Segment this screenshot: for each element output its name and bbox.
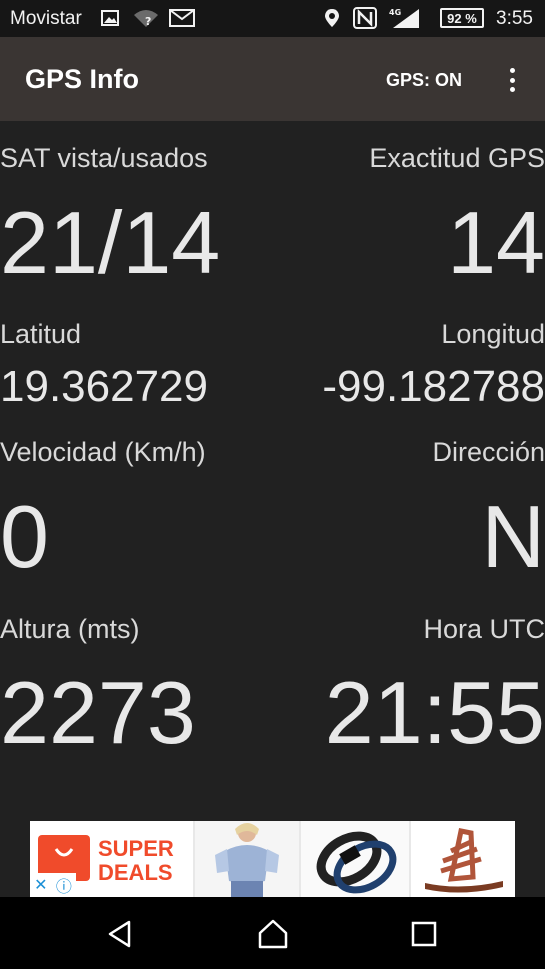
image-notification-icon <box>100 8 120 28</box>
altitude-value: 2273 <box>0 663 196 762</box>
svg-text:?: ? <box>145 15 151 28</box>
close-icon[interactable]: ✕ <box>34 875 47 894</box>
recent-apps-icon[interactable] <box>404 917 444 951</box>
clock: 3:55 <box>496 8 533 29</box>
ad-product-band-image[interactable] <box>301 821 411 897</box>
ad-product-sandal-image[interactable] <box>411 821 515 897</box>
latitude-value: 19.362729 <box>0 362 208 411</box>
system-navigation-bar <box>0 897 545 969</box>
direction-value: N <box>481 487 545 586</box>
longitude-label: Longitud <box>441 319 545 349</box>
utc-time-label: Hora UTC <box>423 614 545 644</box>
gps-metrics-panel: SAT vista/usados Exactitud GPS 21/14 14 … <box>0 121 545 821</box>
wifi-icon: ? <box>132 8 160 28</box>
accuracy-label: Exactitud GPS <box>369 143 545 173</box>
speed-label: Velocidad (Km/h) <box>0 437 206 467</box>
battery-indicator: 92 % <box>440 8 484 28</box>
satellites-value: 21/14 <box>0 193 221 292</box>
ad-banner[interactable]: SUPER DEALS <box>30 821 515 897</box>
app-title: GPS Info <box>25 64 139 94</box>
altitude-label: Altura (mts) <box>0 614 140 644</box>
gps-status-toggle[interactable]: GPS: ON <box>386 70 462 91</box>
accuracy-value: 14 <box>447 193 545 292</box>
status-bar: Movistar ? 4G 92 % 3:55 <box>0 0 545 37</box>
utc-time-value: 21:55 <box>324 663 545 762</box>
latitude-label: Latitud <box>0 319 82 349</box>
longitude-value: -99.182788 <box>322 362 545 411</box>
nfc-icon <box>352 7 378 29</box>
satellites-label: SAT vista/usados <box>0 143 208 173</box>
home-icon[interactable] <box>253 917 293 951</box>
ad-product-blouse-image[interactable] <box>195 821 301 897</box>
network-type-label: 4G <box>389 8 401 17</box>
signal-icon: 4G <box>386 8 422 28</box>
location-pin-icon <box>322 8 342 28</box>
info-icon[interactable]: ⓘ <box>56 873 72 897</box>
direction-label: Dirección <box>432 437 545 467</box>
overflow-menu-icon[interactable] <box>500 65 524 95</box>
battery-level: 92 % <box>447 10 477 26</box>
ad-headline-1: SUPER <box>98 836 174 861</box>
speed-value: 0 <box>0 487 49 586</box>
ad-choices-control[interactable]: ✕ ⓘ <box>30 873 76 896</box>
back-icon[interactable] <box>100 917 140 951</box>
ad-headline-2: DEALS <box>98 860 173 885</box>
carrier-name: Movistar <box>10 8 82 29</box>
app-bar: GPS Info GPS: ON <box>0 37 545 121</box>
gmail-icon <box>168 8 196 28</box>
